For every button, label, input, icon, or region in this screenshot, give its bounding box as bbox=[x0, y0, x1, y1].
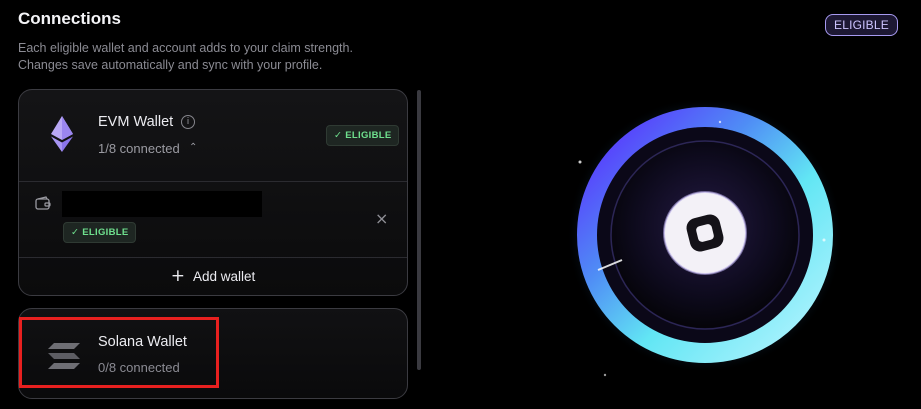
highlight-box bbox=[19, 317, 219, 388]
divider bbox=[19, 181, 407, 182]
chevron-up-icon[interactable]: ⌃ bbox=[189, 142, 197, 153]
wallet-address bbox=[62, 191, 262, 217]
info-icon[interactable]: i bbox=[181, 115, 195, 129]
connections-page: Connections Each eligible wallet and acc… bbox=[0, 0, 921, 409]
check-icon: ✓ bbox=[71, 227, 80, 238]
wallet-icon bbox=[35, 196, 51, 216]
evm-eligible-badge: ✓ ELIGIBLE bbox=[326, 125, 400, 146]
overall-eligible-badge: ELIGIBLE bbox=[825, 14, 898, 36]
wallet-eligible-badge-label: ELIGIBLE bbox=[82, 227, 129, 238]
check-icon: ✓ bbox=[334, 130, 343, 141]
description-line-2: Changes save automatically and sync with… bbox=[18, 58, 323, 72]
evm-connected-count[interactable]: 1/8 connected bbox=[98, 141, 180, 156]
close-icon[interactable]: × bbox=[375, 209, 388, 228]
plus-icon: + bbox=[170, 265, 185, 286]
add-wallet-button[interactable]: + Add wallet bbox=[19, 257, 407, 295]
wallet-eligible-badge: ✓ ELIGIBLE bbox=[63, 222, 137, 243]
evm-wallet-name: EVM Wallet bbox=[98, 114, 174, 130]
page-description: Each eligible wallet and account adds to… bbox=[18, 40, 418, 74]
page-title: Connections bbox=[18, 9, 121, 28]
ethereum-icon bbox=[51, 116, 73, 157]
add-wallet-label: Add wallet bbox=[192, 268, 256, 284]
evm-wallet-card: EVM Wallet i 1/8 connected ⌃ ✓ ELIGIBLE ✓… bbox=[18, 89, 408, 296]
evm-eligible-badge-label: ELIGIBLE bbox=[345, 130, 392, 141]
claim-strength-orb bbox=[560, 97, 860, 380]
description-line-1: Each eligible wallet and account adds to… bbox=[18, 41, 353, 55]
scrollbar[interactable] bbox=[417, 90, 421, 370]
